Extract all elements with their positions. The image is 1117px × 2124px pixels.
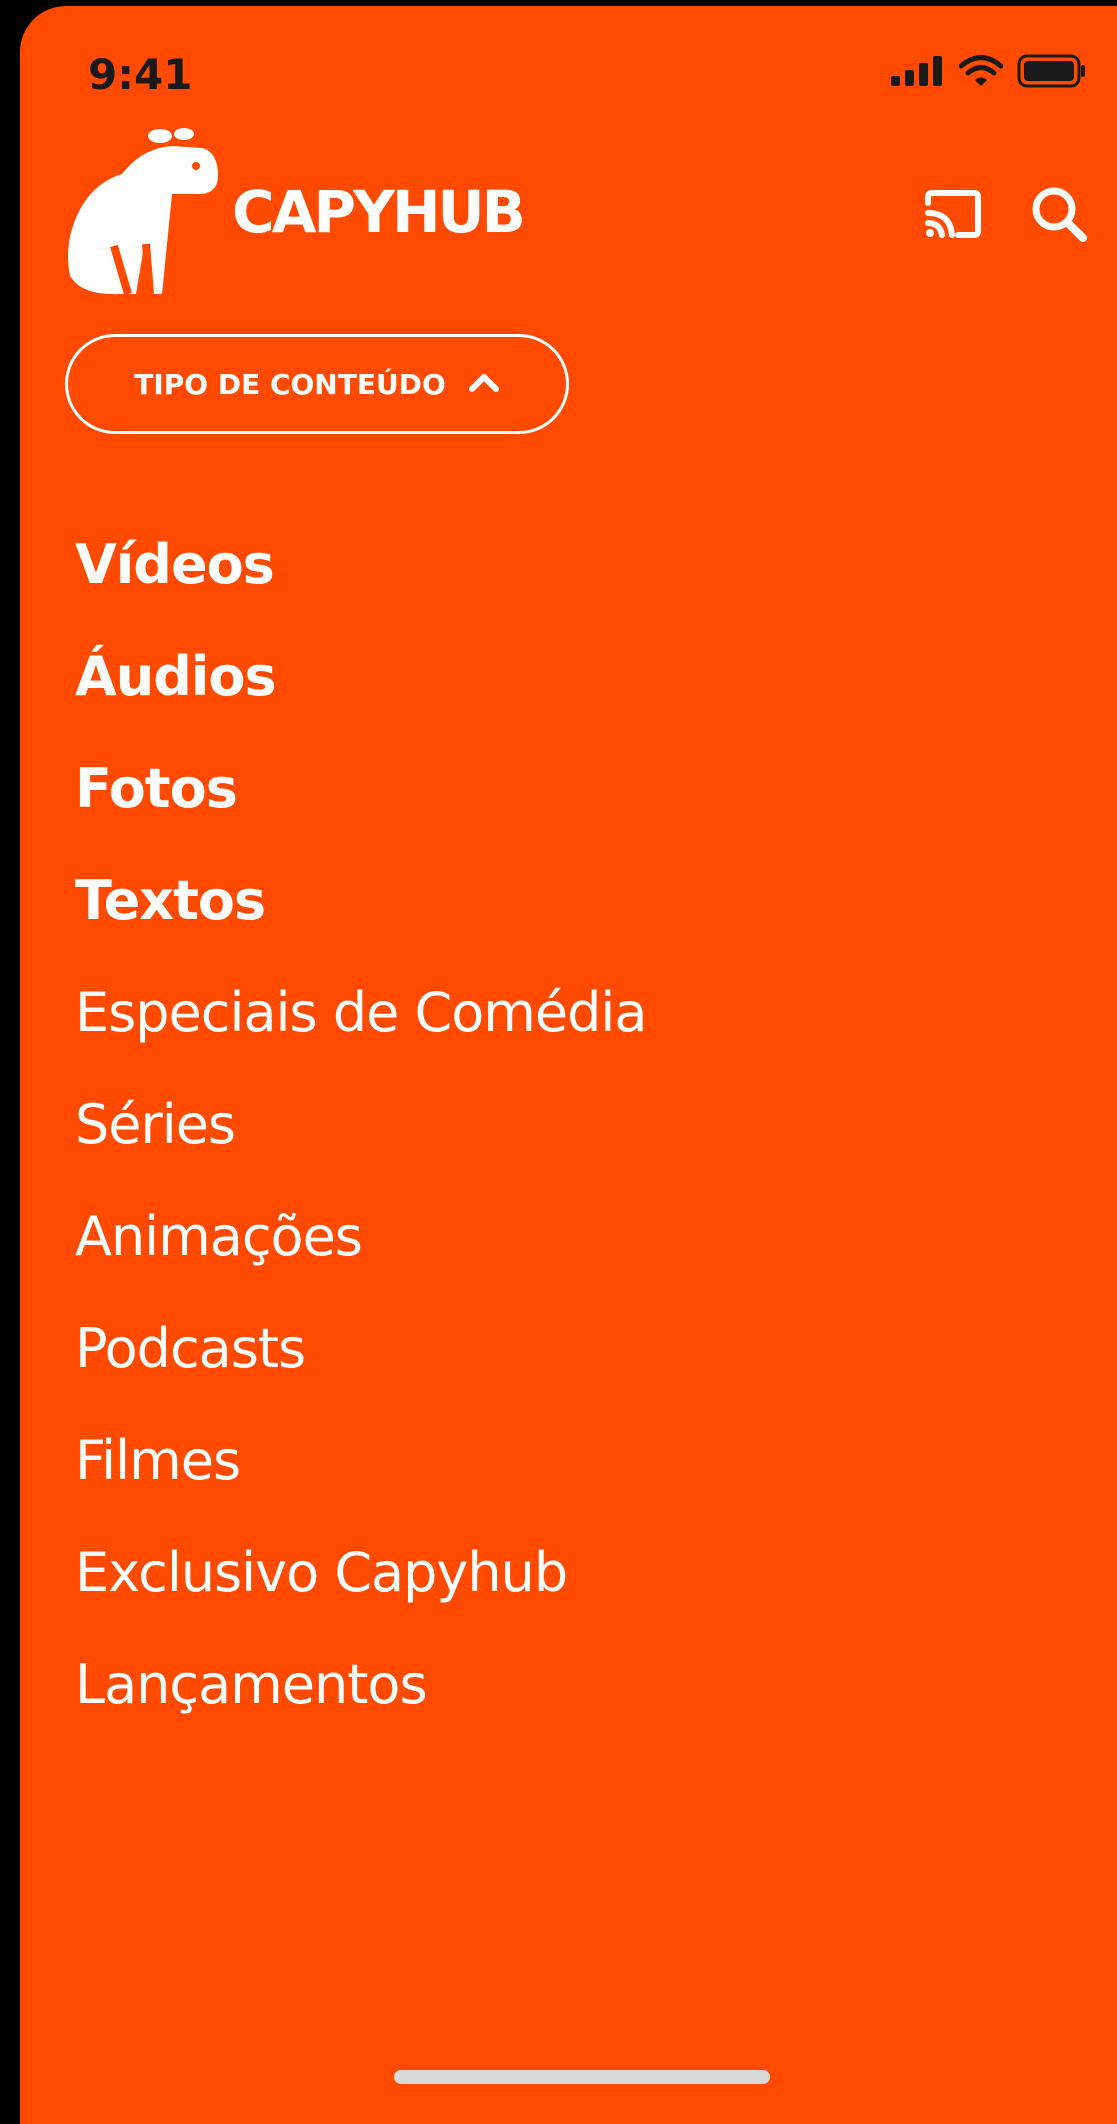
home-indicator[interactable] bbox=[394, 2070, 770, 2084]
menu-item-lancamentos[interactable]: Lançamentos bbox=[75, 1628, 646, 1740]
app-screen: 9:41 CAPYHUB TIPO DE CONTEÚDO Vídeos Áud… bbox=[20, 6, 1117, 2124]
status-icons bbox=[891, 54, 1087, 92]
menu-item-label: Áudios bbox=[75, 644, 277, 708]
menu-item-label: Filmes bbox=[75, 1428, 241, 1492]
menu-item-label: Textos bbox=[75, 868, 266, 932]
menu-item-especiais-de-comedia[interactable]: Especiais de Comédia bbox=[75, 956, 647, 1068]
status-time: 9:41 bbox=[88, 50, 193, 99]
content-type-dropdown[interactable]: TIPO DE CONTEÚDO bbox=[65, 334, 569, 434]
menu-item-label: Exclusivo Capyhub bbox=[75, 1540, 568, 1604]
battery-icon bbox=[1017, 54, 1087, 92]
capybara-logo[interactable] bbox=[62, 126, 222, 296]
cast-button[interactable] bbox=[923, 186, 983, 246]
content-type-menu: Vídeos Áudios Fotos Textos Especiais de … bbox=[75, 508, 647, 1740]
menu-item-label: Fotos bbox=[75, 756, 238, 820]
menu-item-videos[interactable]: Vídeos bbox=[75, 508, 646, 620]
search-button[interactable] bbox=[1029, 186, 1089, 246]
header-actions bbox=[923, 186, 1089, 246]
menu-item-animacoes[interactable]: Animações bbox=[75, 1180, 646, 1292]
menu-item-fotos[interactable]: Fotos bbox=[75, 732, 646, 844]
menu-item-label: Especiais de Comédia bbox=[75, 980, 647, 1044]
menu-item-label: Lançamentos bbox=[75, 1652, 428, 1716]
menu-item-label: Vídeos bbox=[75, 532, 275, 596]
menu-item-filmes[interactable]: Filmes bbox=[75, 1404, 646, 1516]
wifi-icon bbox=[958, 55, 1004, 91]
menu-item-textos[interactable]: Textos bbox=[75, 844, 646, 956]
brand-wordmark: CAPYHUB bbox=[232, 178, 526, 246]
menu-item-audios[interactable]: Áudios bbox=[75, 620, 646, 732]
cast-icon bbox=[924, 189, 982, 243]
menu-item-series[interactable]: Séries bbox=[75, 1068, 646, 1180]
menu-item-label: Séries bbox=[75, 1092, 236, 1156]
menu-item-podcasts[interactable]: Podcasts bbox=[75, 1292, 646, 1404]
content-type-label: TIPO DE CONTEÚDO bbox=[134, 367, 446, 401]
menu-item-label: Animações bbox=[75, 1204, 363, 1268]
app-header: CAPYHUB bbox=[20, 116, 1117, 306]
search-icon bbox=[1030, 185, 1088, 247]
menu-item-exclusivo-capyhub[interactable]: Exclusivo Capyhub bbox=[75, 1516, 646, 1628]
menu-item-label: Podcasts bbox=[75, 1316, 306, 1380]
signal-icon bbox=[891, 56, 945, 90]
chevron-up-icon bbox=[468, 371, 500, 397]
